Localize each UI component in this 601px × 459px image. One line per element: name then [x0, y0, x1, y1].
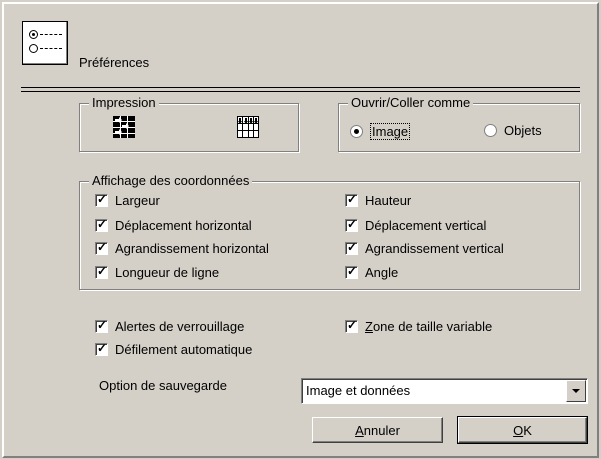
checkbox-defilement-automatique[interactable]: ✓ Défilement automatique — [95, 342, 252, 357]
sauvegarde-select[interactable]: Image et données — [301, 378, 588, 404]
checkbox-label: Déplacement horizontal — [115, 218, 252, 233]
checkbox-largeur[interactable]: ✓ Largeur — [95, 193, 160, 208]
checkbox-label: Déplacement vertical — [365, 218, 487, 233]
check-icon: ✓ — [97, 217, 108, 231]
check-icon: ✓ — [347, 264, 358, 278]
checkbox-alertes-verrouillage[interactable]: ✓ Alertes de verrouillage — [95, 319, 244, 334]
check-icon: ✓ — [347, 217, 358, 231]
check-icon: ✓ — [97, 240, 108, 254]
radio-list-icon — [22, 21, 68, 65]
checkbox-label: Hauteur — [365, 193, 412, 208]
radio-objets-button[interactable] — [484, 124, 497, 137]
check-icon: ✓ — [97, 264, 108, 278]
checkbox-label: Zone de taille variable — [365, 319, 493, 334]
checkbox-label: Agrandissement horizontal — [115, 241, 269, 256]
radio-image-label: Image — [370, 123, 411, 140]
cancel-button[interactable]: Annuler — [312, 417, 443, 443]
ouvrir-coller-legend: Ouvrir/Coller comme — [348, 95, 474, 111]
check-icon: ✓ — [97, 341, 108, 355]
checkbox-label: Alertes de verrouillage — [115, 319, 245, 334]
radio-image-button[interactable] — [350, 125, 363, 138]
checkbox-deplacement-horizontal[interactable]: ✓ Déplacement horizontal — [95, 218, 252, 233]
header-divider — [21, 87, 580, 88]
coordonnees-group: Affichage des coordonnées ✓ Largeur ✓ Dé… — [79, 173, 580, 290]
checkbox-zone-taille-variable[interactable]: ✓ Zone de taille variable — [345, 319, 492, 334]
check-icon: ✓ — [347, 240, 358, 254]
checkbox-agrandissement-horizontal[interactable]: ✓ Agrandissement horizontal — [95, 241, 269, 256]
header-divider-lower — [21, 91, 580, 92]
radio-image[interactable]: Image — [350, 123, 411, 140]
checkbox-angle[interactable]: ✓ Angle — [345, 265, 398, 280]
sauvegarde-select-value: Image et données — [306, 383, 411, 398]
checkbox-label: Agrandissement vertical — [365, 241, 504, 256]
radio-objets[interactable]: Objets — [484, 123, 542, 138]
check-icon: ✓ — [97, 318, 108, 332]
ouvrir-coller-group: Ouvrir/Coller comme Image Objets — [338, 95, 580, 152]
check-icon: ✓ — [347, 318, 358, 332]
checkbox-deplacement-vertical[interactable]: ✓ Déplacement vertical — [345, 218, 486, 233]
checkbox-longueur-de-ligne[interactable]: ✓ Longueur de ligne — [95, 265, 219, 280]
checkbox-hauteur[interactable]: ✓ Hauteur — [345, 193, 411, 208]
checkbox-label: Longueur de ligne — [115, 265, 220, 280]
sauvegarde-label: Option de sauvegarde — [99, 378, 227, 393]
dialog-title: Préférences — [79, 55, 150, 70]
impression-legend: Impression — [89, 95, 159, 111]
impression-group: Impression — [79, 95, 299, 152]
checkbox-label: Angle — [365, 265, 399, 280]
checkbox-label: Défilement automatique — [115, 342, 253, 357]
check-icon: ✓ — [347, 192, 358, 206]
check-icon: ✓ — [97, 192, 108, 206]
print-layout-vertical-icon[interactable] — [237, 116, 259, 138]
preferences-dialog: Préférences Impression Ouvrir/Coller com… — [0, 0, 601, 459]
radio-objets-label: Objets — [504, 123, 542, 138]
print-layout-horizontal-icon[interactable] — [113, 116, 135, 138]
checkbox-label: Largeur — [115, 193, 160, 208]
ok-button[interactable]: OK — [457, 416, 588, 444]
checkbox-agrandissement-vertical[interactable]: ✓ Agrandissement vertical — [345, 241, 504, 256]
chevron-down-icon[interactable] — [566, 380, 586, 402]
coordonnees-legend: Affichage des coordonnées — [89, 173, 253, 189]
